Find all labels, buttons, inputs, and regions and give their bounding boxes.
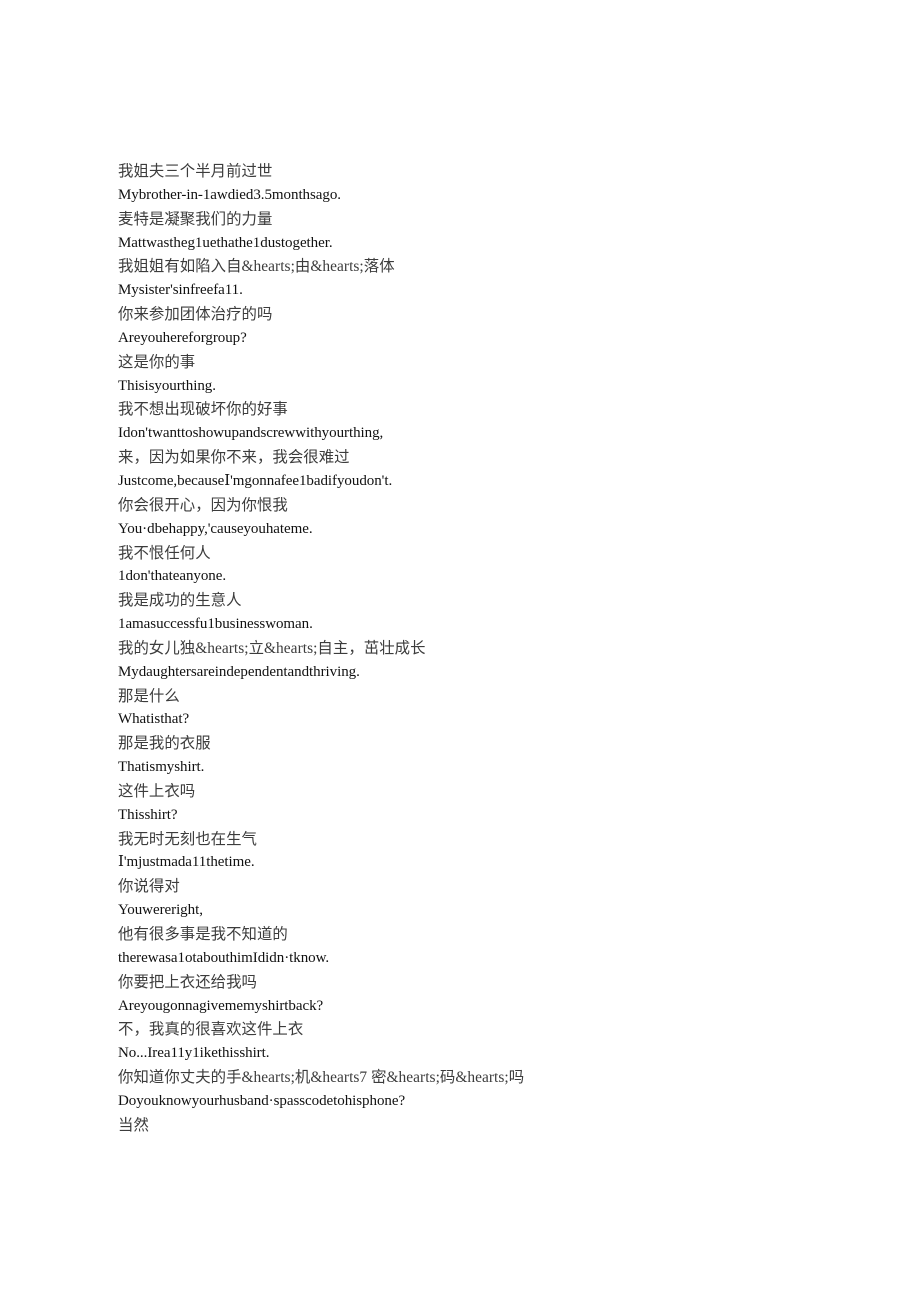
subtitle-line-translation: Mattwastheg1uethathe1dustogether. <box>118 234 333 251</box>
subtitle-line-source: 不，我真的很喜欢这件上衣 <box>118 1021 304 1039</box>
subtitle-line-translation: Areyougonnagivememyshirtback? <box>118 997 324 1014</box>
subtitle-line-source: 我不恨任何人 <box>118 544 211 562</box>
subtitle-line-translation: Justcome,becauseⅠ'mgonnafee1badifyoudon'… <box>118 472 393 489</box>
subtitle-line-source: 你知道你丈夫的手&hearts;机&hearts7 密&hearts;码&hea… <box>118 1069 525 1087</box>
subtitle-line-translation: Doyouknowyourhusband·spasscodetohisphone… <box>118 1092 406 1109</box>
subtitle-line-translation: 1amasuccessfu1businesswoman. <box>118 616 313 633</box>
subtitle-line-translation: Mydaughtersareindependentandthriving. <box>118 663 360 680</box>
subtitle-line-source: 我的女儿独&hearts;立&hearts;自主，茁壮成长 <box>118 639 426 657</box>
subtitle-line-translation: No...Irea11y1ikethisshirt. <box>118 1045 270 1062</box>
subtitle-line-translation: You·dbehappy,'causeyouhateme. <box>118 520 313 537</box>
subtitle-line-source: 他有很多事是我不知道的 <box>118 926 288 943</box>
subtitle-line-source: 那是我的衣服 <box>118 735 211 753</box>
subtitle-line-translation: 1don'thateanyone. <box>118 568 227 585</box>
subtitle-line-source: 我姐姐有如陷入自&hearts;由&hearts;落体 <box>118 258 395 276</box>
subtitle-line-source: 来，因为如果你不来，我会很难过 <box>118 449 350 467</box>
subtitle-line-translation: Thatismyshirt. <box>118 759 205 776</box>
subtitle-line-source: 这是你的事 <box>118 353 196 371</box>
subtitle-line-source: 我无时无刻也在生气 <box>118 830 257 848</box>
subtitle-line-source: 我姐夫三个半月前过世 <box>118 163 273 180</box>
subtitle-line-translation: Thisshirt? <box>118 806 178 823</box>
subtitle-line-source: 你来参加团体治疗的吗 <box>118 306 273 324</box>
subtitle-line-source: 我是成功的生意人 <box>118 592 242 610</box>
subtitle-line-translation: Thisisyourthing. <box>118 377 216 394</box>
transcript-body: 我姐夫三个半月前过世 Mybrother-in-1awdied3.5monthsa… <box>118 160 818 1138</box>
subtitle-line-translation: therewasa1otabouthimIdidn·tknow. <box>118 949 330 966</box>
subtitle-line-translation: Mysister'sinfreefa11. <box>118 282 243 299</box>
subtitle-line-translation: Mybrother-in-1awdied3.5monthsago. <box>118 186 342 203</box>
subtitle-line-translation: Ⅰ'mjustmada11thetime. <box>118 854 255 871</box>
subtitle-line-source: 当然 <box>118 1116 149 1134</box>
document-page: 我姐夫三个半月前过世 Mybrother-in-1awdied3.5monthsa… <box>0 0 920 1301</box>
subtitle-line-translation: Whatisthat? <box>118 711 190 728</box>
subtitle-line-translation: Youwereright, <box>118 902 203 919</box>
subtitle-line-source: 你要把上衣还给我吗 <box>118 973 257 991</box>
subtitle-line-translation: Idon'twanttoshowupandscrewwithyourthing, <box>118 425 384 442</box>
subtitle-line-source: 你说得对 <box>118 878 180 896</box>
subtitle-line-source: 这件上衣吗 <box>118 782 196 800</box>
subtitle-line-source: 我不想出现破坏你的好事 <box>118 401 288 419</box>
subtitle-line-translation: Areyouhereforgroup? <box>118 329 247 346</box>
subtitle-line-source: 那是什么 <box>118 687 180 705</box>
subtitle-line-source: 麦特是凝聚我们的力量 <box>118 210 273 228</box>
subtitle-line-source: 你会很开心，因为你恨我 <box>118 496 288 514</box>
